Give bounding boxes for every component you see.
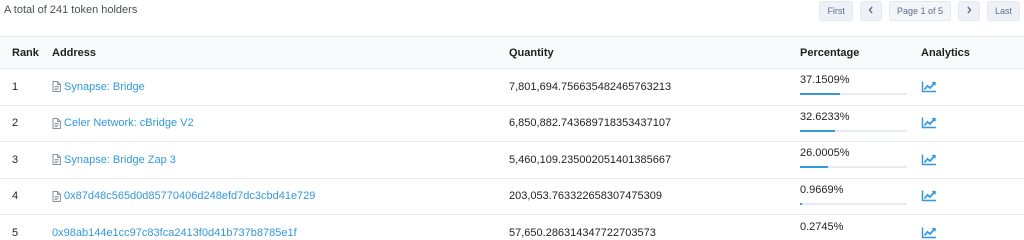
holder-address-link[interactable]: Celer Network: cBridge V2 xyxy=(64,117,194,129)
prev-page-button[interactable] xyxy=(859,1,882,21)
analytics-cell xyxy=(921,190,937,202)
holders-table: Rank Address Quantity Percentage Analyti… xyxy=(0,36,1024,240)
analytics-cell xyxy=(921,117,937,129)
percentage-cell: 37.1509% xyxy=(800,74,907,96)
percentage-cell: 0.2745% xyxy=(800,221,907,240)
first-page-button[interactable]: First xyxy=(819,1,853,21)
address-cell: 0x98ab144e1cc97c83fca2413f0d41b737b8785e… xyxy=(52,227,297,239)
quantity-cell: 6,850,882.743689718353437107 xyxy=(509,117,672,130)
percentage-bar-fill xyxy=(800,93,840,96)
percentage-bar xyxy=(800,129,907,132)
rank-cell: 4 xyxy=(12,190,19,203)
rank-cell: 3 xyxy=(12,153,19,166)
page-info: Page 1 of 5 xyxy=(888,1,951,21)
rank-cell: 5 xyxy=(12,227,19,240)
file-text-icon xyxy=(52,154,61,166)
table-row: 5 0x98ab144e1cc97c83fca2413f0d41b737b8785… xyxy=(0,215,1024,240)
percentage-value: 37.1509% xyxy=(800,74,850,87)
percentage-bar-fill xyxy=(800,166,828,169)
area-chart-icon[interactable] xyxy=(921,117,937,129)
percentage-bar-fill xyxy=(800,129,835,132)
area-chart-icon[interactable] xyxy=(921,190,937,202)
percentage-value: 32.6233% xyxy=(800,110,850,123)
quantity-cell: 57,650.286314347722703573 xyxy=(509,227,656,240)
header-rank: Rank xyxy=(12,46,39,59)
holder-address-link[interactable]: 0x98ab144e1cc97c83fca2413f0d41b737b8785e… xyxy=(52,227,297,239)
holders-summary: A total of 241 token holders xyxy=(4,4,138,16)
analytics-cell xyxy=(921,154,937,166)
area-chart-icon[interactable] xyxy=(921,154,937,166)
pagination: First Page 1 of 5 Last xyxy=(819,1,1020,21)
percentage-cell: 26.0005% xyxy=(800,147,907,169)
holder-address-link[interactable]: 0x87d48c565d0d85770406d248efd7dc3cbd41e7… xyxy=(64,190,315,202)
percentage-bar xyxy=(800,93,907,96)
header-percentage: Percentage xyxy=(800,46,860,59)
next-page-button[interactable] xyxy=(957,1,980,21)
header-analytics: Analytics xyxy=(921,46,970,59)
percentage-value: 0.2745% xyxy=(800,220,844,233)
header-quantity: Quantity xyxy=(509,46,554,59)
percentage-cell: 0.9669% xyxy=(800,184,907,205)
percentage-bar xyxy=(800,202,907,205)
table-row: 3 Synapse: Bridge Zap 3 5,460,109.23500205… xyxy=(0,142,1024,179)
holder-address-link[interactable]: Synapse: Bridge xyxy=(64,81,145,93)
percentage-bar-fill xyxy=(800,202,802,205)
file-text-icon xyxy=(52,190,61,202)
analytics-cell xyxy=(921,227,937,239)
table-row: 1 Synapse: Bridge 7,801,694.75663548246576… xyxy=(0,69,1024,106)
address-cell: Synapse: Bridge xyxy=(52,81,145,93)
holder-address-link[interactable]: Synapse: Bridge Zap 3 xyxy=(64,154,176,166)
quantity-cell: 7,801,694.756635482465763213 xyxy=(509,80,672,93)
percentage-value: 0.9669% xyxy=(800,183,844,196)
rank-cell: 2 xyxy=(12,117,19,130)
percentage-cell: 32.6233% xyxy=(800,111,907,132)
address-cell: 0x87d48c565d0d85770406d248efd7dc3cbd41e7… xyxy=(52,190,315,202)
percentage-bar xyxy=(800,166,907,169)
quantity-cell: 203,053.763322658307475309 xyxy=(509,190,662,203)
table-row: 4 0x87d48c565d0d85770406d248efd7dc3cbd41e… xyxy=(0,179,1024,215)
table-header: Rank Address Quantity Percentage Analyti… xyxy=(0,36,1024,69)
chevron-right-icon xyxy=(965,6,973,16)
last-page-button[interactable]: Last xyxy=(986,1,1020,21)
area-chart-icon[interactable] xyxy=(921,227,937,239)
chevron-left-icon xyxy=(867,6,875,16)
address-cell: Celer Network: cBridge V2 xyxy=(52,117,194,129)
area-chart-icon[interactable] xyxy=(921,81,937,93)
analytics-cell xyxy=(921,81,937,93)
address-cell: Synapse: Bridge Zap 3 xyxy=(52,154,176,166)
rank-cell: 1 xyxy=(12,80,19,93)
file-text-icon xyxy=(52,81,61,93)
header-address: Address xyxy=(52,46,97,59)
percentage-value: 26.0005% xyxy=(800,147,850,160)
file-text-icon xyxy=(52,117,61,129)
table-row: 2 Celer Network: cBridge V2 6,850,882.7436… xyxy=(0,106,1024,142)
table-body: 1 Synapse: Bridge 7,801,694.75663548246576… xyxy=(0,69,1024,240)
quantity-cell: 5,460,109.235002051401385667 xyxy=(509,153,672,166)
